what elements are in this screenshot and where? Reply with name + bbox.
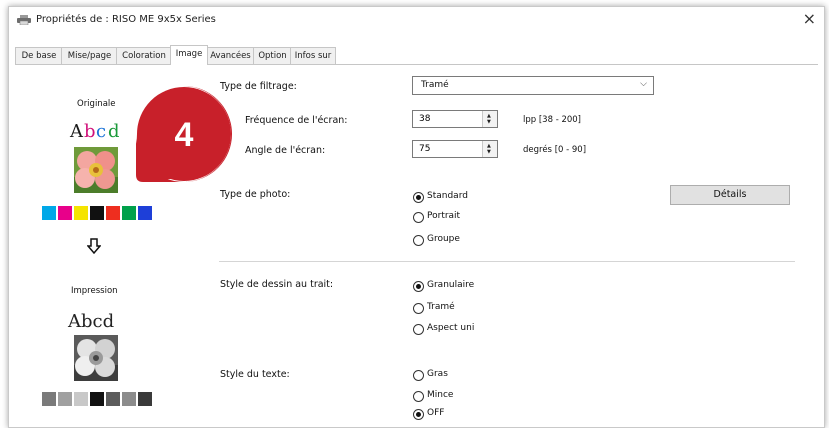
sample-letter-d: d <box>108 121 120 142</box>
gray-swatch <box>58 392 72 406</box>
photo-type-label: Type de photo: <box>220 189 291 200</box>
tab-option[interactable]: Option <box>253 47 292 64</box>
section-divider <box>219 261 795 262</box>
tab-de-base[interactable]: De base <box>15 47 63 64</box>
text-style-label: Style du texte: <box>220 369 290 380</box>
gray-swatch <box>90 392 104 406</box>
gray-swatch <box>42 392 56 406</box>
line-style-label: Style de dessin au trait: <box>220 279 334 290</box>
print-sample-text: Abcd <box>68 311 115 332</box>
filter-type-select[interactable]: Tramé ⌵ <box>412 76 654 95</box>
filter-type-value: Tramé <box>421 80 449 90</box>
tab-infos-sur[interactable]: Infos sur <box>290 47 336 64</box>
tab-divider <box>15 64 818 65</box>
screen-frequency-input[interactable] <box>413 111 487 127</box>
color-swatch <box>74 206 88 220</box>
color-swatch <box>90 206 104 220</box>
screen-angle-range: degrés [0 - 90] <box>523 145 587 155</box>
down-arrow-icon <box>87 238 101 254</box>
callout-number: 4 <box>175 116 194 154</box>
spinner-arrows[interactable]: ▲ ▼ <box>482 141 497 157</box>
screen-frequency-spinner[interactable]: ▲▼ <box>412 110 498 128</box>
screen-angle-input[interactable] <box>413 141 487 157</box>
color-swatch <box>42 206 56 220</box>
gray-swatch <box>138 392 152 406</box>
window-title: Propriétés de : RISO ME 9x5x Series <box>36 14 216 25</box>
color-swatch <box>58 206 72 220</box>
tab-coloration[interactable]: Coloration <box>116 47 172 64</box>
spinner-arrows[interactable]: ▲ ▼ <box>482 111 497 127</box>
chevron-down-icon: ⌵ <box>640 79 647 89</box>
print-label: Impression <box>71 286 118 296</box>
print-flower-image <box>74 335 118 381</box>
sample-letter-b: b <box>84 121 96 142</box>
color-swatch <box>106 206 120 220</box>
tab-mise-page[interactable]: Mise/page <box>61 47 118 64</box>
gray-swatch <box>74 392 88 406</box>
sample-letter-c: c <box>96 121 107 142</box>
sample-letter-a: A <box>70 121 83 142</box>
gray-swatch <box>122 392 136 406</box>
callout-badge: 4 <box>136 85 232 182</box>
original-label: Originale <box>77 99 116 109</box>
screen-angle-label: Angle de l'écran: <box>245 145 326 156</box>
title-bar: Propriétés de : RISO ME 9x5x Series × <box>9 7 824 33</box>
color-swatch <box>138 206 152 220</box>
screen-frequency-range: lpp [38 - 200] <box>523 115 581 125</box>
close-button[interactable]: × <box>803 10 816 28</box>
tab-image[interactable]: Image <box>170 45 208 65</box>
color-swatch <box>122 206 136 220</box>
screen-angle-spinner[interactable]: ▲▼ <box>412 140 498 158</box>
details-button[interactable]: Détails <box>670 185 790 205</box>
screen-frequency-label: Fréquence de l'écran: <box>245 115 348 126</box>
original-flower-image <box>74 147 118 193</box>
tab-avancees[interactable]: Avancées <box>206 47 255 64</box>
gray-swatch <box>106 392 120 406</box>
printer-icon <box>17 15 31 25</box>
